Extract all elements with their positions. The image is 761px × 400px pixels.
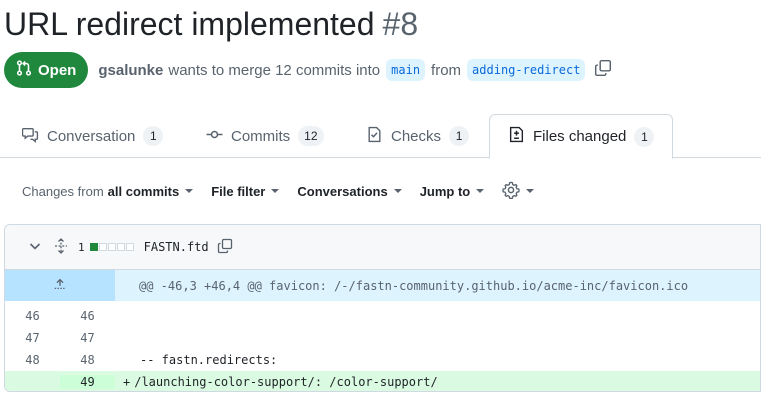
git-commit-icon	[206, 126, 223, 147]
file-diff-icon	[508, 126, 525, 147]
changes-from-dropdown[interactable]: Changes from all commits	[22, 183, 194, 199]
pr-tabs: Conversation 1 Commits 12 Checks 1 Files…	[0, 114, 761, 159]
new-line-number[interactable]: 49	[60, 375, 115, 389]
new-line-number[interactable]: 47	[60, 331, 115, 345]
file-header: 1 FASTN.ftd	[5, 225, 760, 270]
base-branch[interactable]: main	[386, 59, 426, 81]
checklist-icon	[366, 126, 383, 147]
hunk-header-text: @@ -46,3 +46,4 @@ favicon: /-/fastn-comm…	[139, 278, 689, 293]
conversations-dropdown[interactable]: Conversations	[297, 183, 402, 199]
tab-commits-label: Commits	[231, 127, 291, 145]
file-diff: 1 FASTN.ftd @@ -46,3 +46,4 @@ favicon: /…	[4, 224, 761, 392]
line-code: -- fastn.redirects:	[140, 353, 278, 367]
line-code: /launching-color-support/: /color-suppor…	[134, 375, 438, 389]
tab-conversation[interactable]: Conversation 1	[21, 114, 164, 158]
expand-all-button[interactable]	[53, 237, 69, 257]
collapse-file-button[interactable]	[27, 238, 43, 257]
pr-title-text: URL redirect implemented	[4, 6, 375, 42]
new-line-number[interactable]: 46	[60, 309, 115, 323]
file-changes-count: 1	[78, 240, 85, 254]
diffstat-block-added	[89, 243, 98, 251]
copy-icon	[217, 238, 233, 257]
tab-checks-label: Checks	[391, 127, 442, 145]
diffstat	[89, 243, 134, 251]
pr-number: #8	[382, 6, 419, 42]
caret-down-icon	[271, 189, 280, 193]
state-label: Open	[38, 61, 77, 79]
diffstat-block-neutral	[107, 243, 116, 251]
merge-text: wants to merge 12 commits into	[168, 61, 381, 79]
chevron-down-icon	[27, 238, 43, 257]
old-line-number[interactable]: 46	[5, 309, 60, 323]
tab-conversation-count: 1	[143, 126, 164, 146]
tab-conversation-label: Conversation	[47, 127, 136, 145]
comment-discussion-icon	[21, 126, 39, 147]
diffstat-block-neutral	[116, 243, 125, 251]
tab-checks-count: 1	[449, 126, 470, 146]
conversations-label: Conversations	[297, 183, 388, 199]
from-text: from	[431, 61, 462, 79]
author-link[interactable]: gsalunke	[98, 62, 163, 79]
head-branch[interactable]: adding-redirect	[467, 59, 586, 81]
diff-line: 46 46	[5, 305, 760, 327]
file-filter-dropdown[interactable]: File filter	[211, 183, 280, 199]
tab-files-changed[interactable]: Files changed 1	[489, 114, 674, 159]
git-pull-request-icon	[15, 59, 33, 81]
diff-line-added: 49 + /launching-color-support/: /color-s…	[5, 371, 760, 391]
changes-from-value: all commits	[107, 183, 180, 199]
changes-from-prefix: Changes from	[22, 183, 104, 199]
tab-checks[interactable]: Checks 1	[366, 114, 470, 158]
tab-files-changed-label: Files changed	[533, 128, 627, 145]
caret-down-icon	[185, 189, 194, 193]
diffstat-block-neutral	[98, 243, 107, 251]
diff-line: 48 48 -- fastn.redirects:	[5, 349, 760, 371]
caret-down-icon	[476, 189, 485, 193]
state-badge: Open	[4, 52, 89, 88]
merge-description: gsalunke wants to merge 12 commits into …	[98, 59, 613, 81]
new-line-number[interactable]: 48	[60, 353, 115, 367]
file-filter-label: File filter	[211, 183, 266, 199]
copy-branch-button[interactable]	[593, 59, 613, 81]
caret-down-icon	[526, 189, 535, 193]
jump-to-dropdown[interactable]: Jump to	[420, 184, 485, 199]
fold-up-icon	[53, 277, 67, 294]
old-line-number[interactable]: 47	[5, 331, 60, 345]
jump-to-label: Jump to	[419, 183, 471, 199]
caret-down-icon	[393, 189, 402, 193]
unfold-icon	[53, 237, 69, 257]
pr-status-row: Open gsalunke wants to merge 12 commits …	[4, 52, 613, 88]
copy-path-button[interactable]	[217, 238, 233, 257]
expand-up-button[interactable]	[5, 270, 115, 301]
tab-commits[interactable]: Commits 12	[206, 114, 324, 158]
copy-icon	[594, 59, 612, 81]
old-line-number[interactable]: 48	[5, 353, 60, 367]
added-sign: +	[123, 375, 131, 389]
diff-line: 47 47	[5, 327, 760, 349]
diff-toolbar: Changes from all commits File filter Con…	[22, 180, 535, 202]
gear-icon	[502, 181, 521, 202]
tab-commits-count: 12	[298, 126, 324, 146]
file-name-link[interactable]: FASTN.ftd	[144, 240, 209, 254]
diffstat-block-neutral	[125, 243, 134, 251]
hunk-header-row: @@ -46,3 +46,4 @@ favicon: /-/fastn-comm…	[5, 270, 760, 301]
diff-settings-dropdown[interactable]	[502, 181, 535, 202]
pr-title: URL redirect implemented #8	[4, 4, 418, 44]
tab-files-changed-count: 1	[634, 126, 655, 147]
